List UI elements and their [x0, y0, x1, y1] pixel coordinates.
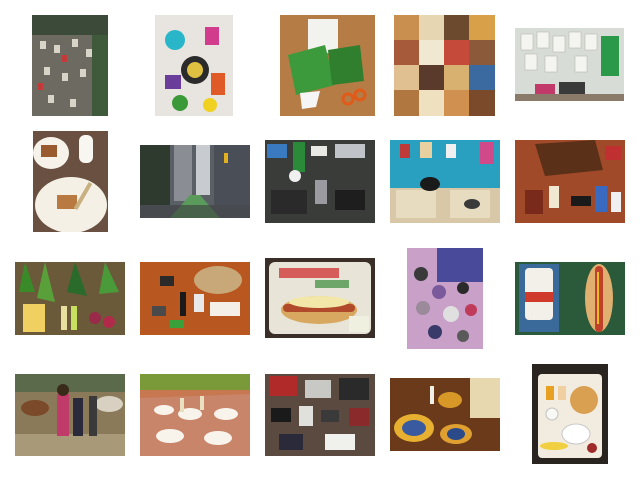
electronics-flat-lay-image	[265, 374, 375, 456]
thumbnail-pastries-on-plates[interactable]	[33, 131, 108, 232]
thumbnail-gadgets-on-desk[interactable]	[265, 140, 375, 223]
aerial-parking-lot-image	[32, 15, 108, 116]
thumbnail-city-street-buildings[interactable]	[140, 145, 250, 218]
dining-table-party-image	[140, 374, 250, 456]
thumbnail-hot-dog-tray[interactable]	[265, 258, 375, 338]
thumbnail-breakfast-tray[interactable]	[532, 364, 608, 464]
thumbnail-dining-table-party[interactable]	[140, 374, 250, 456]
horses-and-people-image	[15, 374, 125, 456]
thumbnail-horses-and-people[interactable]	[15, 374, 125, 456]
gadgets-on-desk-image	[265, 140, 375, 223]
thumbnail-room-wall-papers-laptop[interactable]	[515, 28, 624, 101]
thumbnail-paper-cutting-scissors[interactable]	[280, 15, 375, 116]
breakfast-tray-image	[532, 364, 608, 464]
thumbnail-yarn-balls-keyboard[interactable]	[407, 248, 483, 349]
items-spread-on-table-image	[140, 262, 250, 335]
cat-on-blue-shelf-image	[390, 140, 500, 223]
yarn-balls-keyboard-image	[407, 248, 483, 349]
thumbnail-cat-on-blue-shelf[interactable]	[390, 140, 500, 223]
thumbnail-bag-contents-spread[interactable]	[515, 140, 625, 223]
thumbnail-hot-dog-cup[interactable]	[515, 262, 625, 335]
thumbnail-aerial-parking-lot[interactable]	[32, 15, 108, 116]
thumbnail-colorful-craft-items[interactable]	[155, 15, 233, 116]
city-street-buildings-image	[140, 145, 250, 218]
thumbnail-food-photo-grid-collage[interactable]	[394, 15, 495, 116]
food-photo-grid-collage-image	[394, 15, 495, 116]
pastries-on-plates-image	[33, 131, 108, 232]
thumbnail-items-spread-on-table[interactable]	[140, 262, 250, 335]
room-wall-papers-laptop-image	[515, 28, 624, 101]
thumbnail-electronics-flat-lay[interactable]	[265, 374, 375, 456]
hot-dog-cup-image	[515, 262, 625, 335]
thumbnail-table-setting-plates[interactable]	[390, 378, 500, 451]
vegetables-arrangement-image	[15, 262, 125, 335]
colorful-craft-items-image	[155, 15, 233, 116]
bag-contents-spread-image	[515, 140, 625, 223]
table-setting-plates-image	[390, 378, 500, 451]
paper-cutting-scissors-image	[280, 15, 375, 116]
hot-dog-tray-image	[265, 258, 375, 338]
thumbnail-vegetables-arrangement[interactable]	[15, 262, 125, 335]
